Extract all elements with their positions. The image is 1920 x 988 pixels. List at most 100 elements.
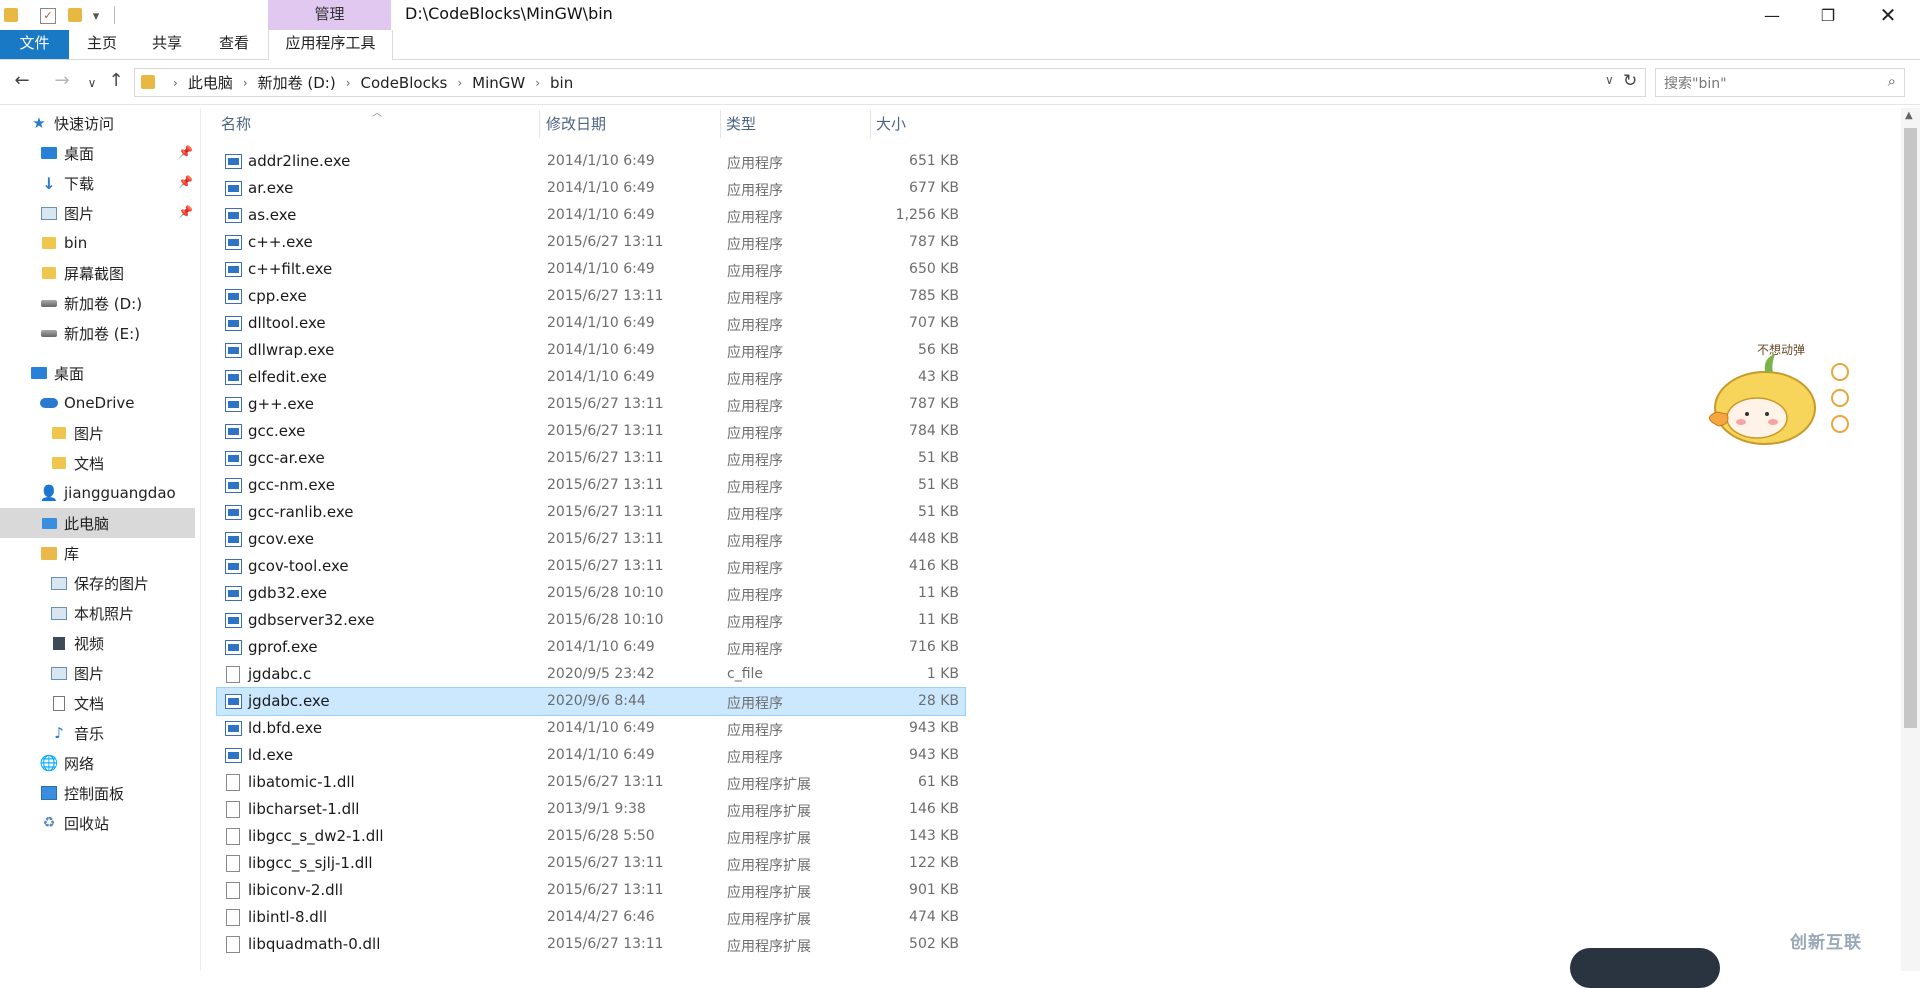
file-size: 502 KB xyxy=(909,936,959,952)
restore-button[interactable]: ❐ xyxy=(1800,2,1856,28)
chevron-right-icon[interactable]: › xyxy=(535,76,540,90)
vertical-scrollbar[interactable]: ▲ xyxy=(1901,108,1920,971)
tab-share[interactable]: 共享 xyxy=(145,30,189,59)
up-arrow-icon[interactable]: ↑ xyxy=(104,70,128,94)
minimize-button[interactable]: — xyxy=(1744,2,1800,28)
file-row[interactable]: c++filt.exe 2014/1/10 6:49 应用程序 650 KB xyxy=(217,256,965,283)
properties-icon[interactable]: ✓ xyxy=(40,8,56,24)
file-row[interactable]: libgcc_s_sjlj-1.dll 2015/6/27 13:11 应用程序扩展… xyxy=(217,850,965,877)
file-row[interactable]: gcc-ranlib.exe 2015/6/27 13:11 应用程序 51 KB xyxy=(217,499,965,526)
breadcrumb-this-pc[interactable]: 此电脑 xyxy=(188,72,233,93)
sidebar-item-music[interactable]: ♪ 音乐 xyxy=(50,718,245,748)
sidebar-item-videos[interactable]: 视频 xyxy=(50,628,245,658)
file-row[interactable]: as.exe 2014/1/10 6:49 应用程序 1,256 KB xyxy=(217,202,965,229)
pin-icon[interactable]: 📌 xyxy=(178,145,193,159)
tab-home[interactable]: 主页 xyxy=(80,30,124,59)
search-icon[interactable]: ⌕ xyxy=(1888,72,1896,90)
breadcrumb-codeblocks[interactable]: CodeBlocks xyxy=(361,74,448,92)
search-box[interactable]: 搜索"bin" ⌕ xyxy=(1655,68,1905,97)
address-history-dropdown-icon[interactable]: ∨ xyxy=(1605,73,1614,87)
refresh-icon[interactable]: ↻ xyxy=(1623,71,1637,91)
file-row[interactable]: jgdabc.c 2020/9/5 23:42 c_file 1 KB xyxy=(217,661,965,688)
chevron-right-icon[interactable]: › xyxy=(457,76,462,90)
file-row[interactable]: gcov-tool.exe 2015/6/27 13:11 应用程序 416 KB xyxy=(217,553,965,580)
sidebar-item-saved-pictures[interactable]: 保存的图片 xyxy=(50,568,245,598)
file-row[interactable]: g++.exe 2015/6/27 13:11 应用程序 787 KB xyxy=(217,391,965,418)
column-header-type[interactable]: 类型 xyxy=(720,110,871,138)
file-row[interactable]: dllwrap.exe 2014/1/10 6:49 应用程序 56 KB xyxy=(217,337,965,364)
back-arrow-icon[interactable]: ← xyxy=(10,70,34,94)
sidebar-item-recycle-bin[interactable]: ♻ 回收站 xyxy=(40,808,235,838)
sidebar-item-desktop-root[interactable]: 桌面 xyxy=(30,358,225,388)
search-input[interactable]: 搜索"bin" xyxy=(1664,73,1727,93)
sidebar-item-drive-d[interactable]: 新加卷 (D:) xyxy=(40,288,235,318)
file-row[interactable]: libiconv-2.dll 2015/6/27 13:11 应用程序扩展 901 K… xyxy=(217,877,965,904)
scroll-up-icon[interactable]: ▲ xyxy=(1905,110,1913,121)
address-bar[interactable]: › 此电脑 › 新加卷 (D:) › CodeBlocks › MinGW › … xyxy=(134,68,1646,97)
sidebar-item-downloads[interactable]: ↓ 下载 📌 xyxy=(40,168,195,198)
sidebar-item-camera-roll[interactable]: 本机照片 xyxy=(50,598,245,628)
file-row[interactable]: cpp.exe 2015/6/27 13:11 应用程序 785 KB xyxy=(217,283,965,310)
recent-locations-icon[interactable]: ∨ xyxy=(80,70,104,94)
new-folder-icon[interactable] xyxy=(68,8,82,22)
sidebar-item-desktop[interactable]: 桌面 📌 xyxy=(40,138,195,168)
sidebar-item-onedrive-pictures[interactable]: 图片 xyxy=(50,418,245,448)
breadcrumb-mingw[interactable]: MinGW xyxy=(472,74,525,92)
file-row[interactable]: gdb32.exe 2015/6/28 10:10 应用程序 11 KB xyxy=(217,580,965,607)
file-row[interactable]: addr2line.exe 2014/1/10 6:49 应用程序 651 KB xyxy=(217,148,965,175)
file-row[interactable]: libcharset-1.dll 2013/9/1 9:38 应用程序扩展 146 K… xyxy=(217,796,965,823)
file-row[interactable]: ar.exe 2014/1/10 6:49 应用程序 677 KB xyxy=(217,175,965,202)
file-type: 应用程序 xyxy=(727,750,783,766)
file-row[interactable]: libatomic-1.dll 2015/6/27 13:11 应用程序扩展 61 K… xyxy=(217,769,965,796)
folder-icon[interactable] xyxy=(4,8,18,22)
sidebar-item-pictures[interactable]: 图片 📌 xyxy=(40,198,195,228)
pin-icon[interactable]: 📌 xyxy=(178,205,193,219)
sidebar-item-quick-access[interactable]: ★ 快速访问 xyxy=(30,108,225,138)
speed-widget[interactable] xyxy=(1570,948,1720,988)
sidebar-item-this-pc[interactable]: 此电脑 xyxy=(0,508,195,538)
sidebar-item-drive-e[interactable]: 新加卷 (E:) xyxy=(40,318,235,348)
file-row[interactable]: gcc-ar.exe 2015/6/27 13:11 应用程序 51 KB xyxy=(217,445,965,472)
sidebar-item-network[interactable]: 🌐 网络 xyxy=(40,748,235,778)
chevron-right-icon[interactable]: › xyxy=(243,76,248,90)
file-row[interactable]: gcov.exe 2015/6/27 13:11 应用程序 448 KB xyxy=(217,526,965,553)
breadcrumb-bin[interactable]: bin xyxy=(550,74,573,92)
chevron-right-icon[interactable]: › xyxy=(346,76,351,90)
sidebar-item-bin[interactable]: bin xyxy=(40,228,235,258)
file-row[interactable]: dlltool.exe 2014/1/10 6:49 应用程序 707 KB xyxy=(217,310,965,337)
file-row[interactable]: libgcc_s_dw2-1.dll 2015/6/28 5:50 应用程序扩展 14… xyxy=(217,823,965,850)
file-row[interactable]: ld.bfd.exe 2014/1/10 6:49 应用程序 943 KB xyxy=(217,715,965,742)
file-row[interactable]: jgdabc.exe 2020/9/6 8:44 应用程序 28 KB xyxy=(216,687,966,716)
sidebar-item-screenshots[interactable]: 屏幕截图 xyxy=(40,258,235,288)
file-row[interactable]: ld.exe 2014/1/10 6:49 应用程序 943 KB xyxy=(217,742,965,769)
chevron-right-icon[interactable]: › xyxy=(173,76,178,90)
pin-icon[interactable]: 📌 xyxy=(178,175,193,189)
file-name: ar.exe xyxy=(248,179,294,197)
sidebar-item-onedrive-documents[interactable]: 文档 xyxy=(50,448,245,478)
breadcrumb-drive-d[interactable]: 新加卷 (D:) xyxy=(258,72,336,93)
file-row[interactable]: elfedit.exe 2014/1/10 6:49 应用程序 43 KB xyxy=(217,364,965,391)
sidebar-item-onedrive[interactable]: OneDrive xyxy=(40,388,235,418)
file-row[interactable]: gdbserver32.exe 2015/6/28 10:10 应用程序 11 KB xyxy=(217,607,965,634)
sidebar-item-libraries[interactable]: 库 xyxy=(40,538,235,568)
tab-file[interactable]: 文件 xyxy=(0,30,69,59)
column-header-date[interactable]: 修改日期 xyxy=(540,110,721,138)
file-row[interactable]: gcc-nm.exe 2015/6/27 13:11 应用程序 51 KB xyxy=(217,472,965,499)
forward-arrow-icon[interactable]: → xyxy=(50,70,74,94)
customize-toolbar-icon[interactable]: ▾ xyxy=(89,7,103,25)
scrollbar-thumb[interactable] xyxy=(1904,128,1917,728)
file-row[interactable]: c++.exe 2015/6/27 13:11 应用程序 787 KB xyxy=(217,229,965,256)
close-button[interactable]: ✕ xyxy=(1860,2,1916,28)
column-header-size[interactable]: 大小 xyxy=(870,110,974,138)
sidebar-item-library-pictures[interactable]: 图片 xyxy=(50,658,245,688)
sidebar-item-control-panel[interactable]: 控制面板 xyxy=(40,778,235,808)
file-row[interactable]: libintl-8.dll 2014/4/27 6:46 应用程序扩展 474 KB xyxy=(217,904,965,931)
file-row[interactable]: gcc.exe 2015/6/27 13:11 应用程序 784 KB xyxy=(217,418,965,445)
file-row[interactable]: libquadmath-0.dll 2015/6/27 13:11 应用程序扩展 50… xyxy=(217,931,965,958)
tab-view[interactable]: 查看 xyxy=(212,30,256,59)
file-row[interactable]: gprof.exe 2014/1/10 6:49 应用程序 716 KB xyxy=(217,634,965,661)
tab-application-tools[interactable]: 应用程序工具 xyxy=(268,30,393,60)
sidebar-item-user[interactable]: 👤 jiangguangdao xyxy=(40,478,235,508)
column-header-name[interactable]: 名称 xyxy=(215,110,540,138)
file-type: 应用程序 xyxy=(727,183,783,199)
